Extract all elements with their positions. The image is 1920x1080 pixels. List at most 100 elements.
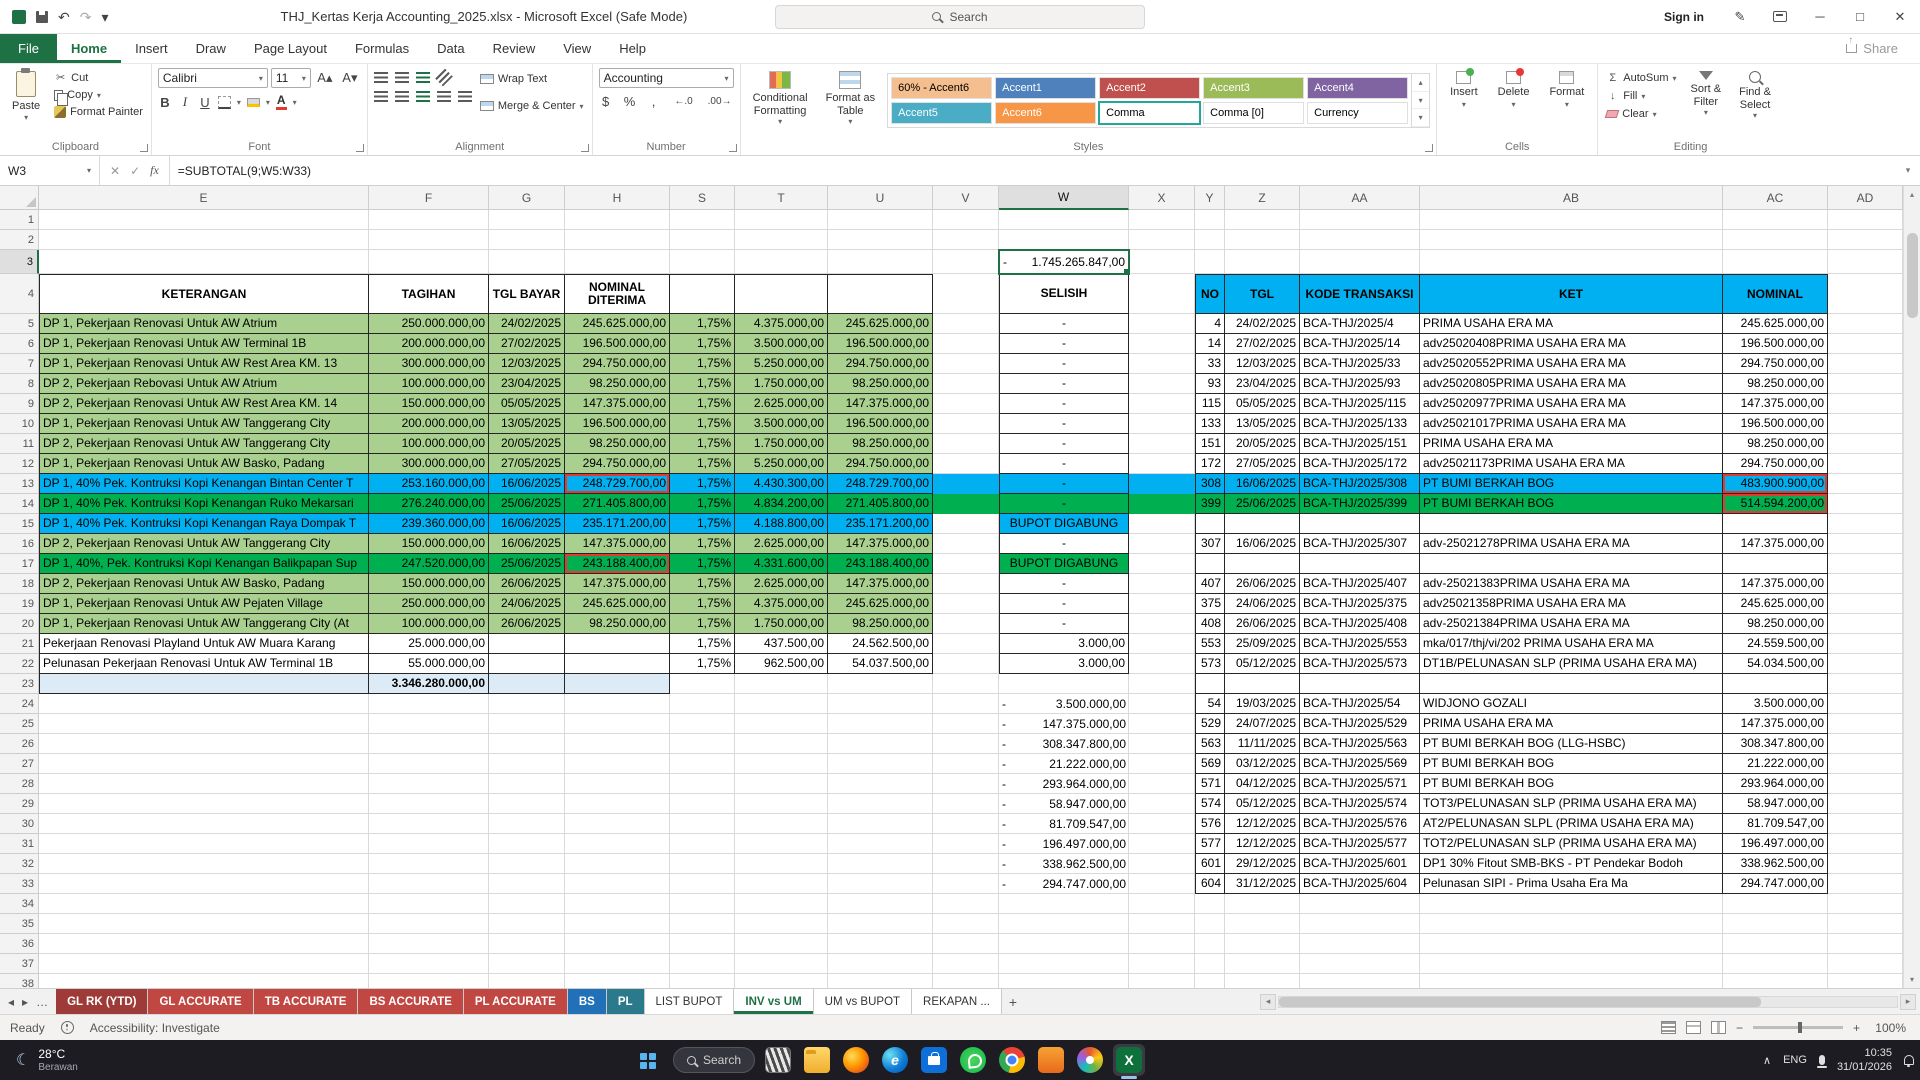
accessibility-status[interactable]: Accessibility: Investigate xyxy=(90,1021,220,1035)
cell-AA21[interactable]: BCA-THJ/2025/553 xyxy=(1300,634,1420,654)
sheet-tab-rekapan-[interactable]: REKAPAN ... xyxy=(912,989,1002,1014)
confirm-entry-icon[interactable]: ✓ xyxy=(130,164,140,178)
cell-Y17[interactable] xyxy=(1195,554,1225,574)
cell-AC11[interactable]: 98.250.000,00 xyxy=(1723,434,1828,454)
cell-F18[interactable]: 150.000.000,00 xyxy=(369,574,489,594)
cell-AC31[interactable]: 196.497.000,00 xyxy=(1723,834,1828,854)
cell-AB20[interactable]: adv-25021384PRIMA USAHA ERA MA xyxy=(1420,614,1723,634)
cell-Y30[interactable]: 576 xyxy=(1195,814,1225,834)
cell-AC15[interactable] xyxy=(1723,514,1828,534)
vertical-scrollbar[interactable]: ▴ ▾ xyxy=(1903,186,1920,988)
taskbar-search[interactable]: Search xyxy=(673,1047,755,1073)
col-header-H[interactable]: H xyxy=(565,186,670,210)
cell-Y14[interactable]: 399 xyxy=(1195,494,1225,514)
cell-AA22[interactable]: BCA-THJ/2025/573 xyxy=(1300,654,1420,674)
cell-AB9[interactable]: adv25020977PRIMA USAHA ERA MA xyxy=(1420,394,1723,414)
undo-button[interactable]: ↶ xyxy=(58,10,70,24)
cell-W19[interactable]: - xyxy=(999,594,1129,614)
cell-H11[interactable]: 98.250.000,00 xyxy=(565,434,670,454)
cell-T12[interactable]: 5.250.000,00 xyxy=(735,454,828,474)
align-left-icon[interactable] xyxy=(374,91,388,102)
cell-AB22[interactable]: DT1B/PELUNASAN SLP (PRIMA USAHA ERA MA) xyxy=(1420,654,1723,674)
cell-H21[interactable] xyxy=(565,634,670,654)
cell-AA4[interactable]: KODE TRANSAKSI xyxy=(1300,274,1420,314)
col-header-F[interactable]: F xyxy=(369,186,489,210)
row-header-7[interactable]: 7 xyxy=(0,354,39,374)
scroll-left-icon[interactable]: ◂ xyxy=(1260,994,1276,1010)
cell-AA5[interactable]: BCA-THJ/2025/4 xyxy=(1300,314,1420,334)
cell-F8[interactable]: 100.000.000,00 xyxy=(369,374,489,394)
cell-H20[interactable]: 98.250.000,00 xyxy=(565,614,670,634)
cell-Z19[interactable]: 24/06/2025 xyxy=(1225,594,1300,614)
cell-AA7[interactable]: BCA-THJ/2025/33 xyxy=(1300,354,1420,374)
row-header-16[interactable]: 16 xyxy=(0,534,39,554)
cell-X14[interactable] xyxy=(1129,494,1195,514)
cell-Y24[interactable]: 54 xyxy=(1195,694,1225,714)
cell-AB6[interactable]: adv25020408PRIMA USAHA ERA MA xyxy=(1420,334,1723,354)
ribbon-tab-review[interactable]: Review xyxy=(479,34,550,63)
col-header-S[interactable]: S xyxy=(670,186,735,210)
zoom-out-button[interactable]: − xyxy=(1736,1021,1743,1035)
cell-AB28[interactable]: PT BUMI BERKAH BOG xyxy=(1420,774,1723,794)
cell-AC28[interactable]: 293.964.000,00 xyxy=(1723,774,1828,794)
cell-AC23[interactable] xyxy=(1723,674,1828,694)
cell-U19[interactable]: 245.625.000,00 xyxy=(828,594,933,614)
cell-F7[interactable]: 300.000.000,00 xyxy=(369,354,489,374)
cell-style-comma-0-[interactable]: Comma [0] xyxy=(1203,102,1304,124)
cell-Y18[interactable]: 407 xyxy=(1195,574,1225,594)
cell-W27[interactable]: -21.222.000,00 xyxy=(999,754,1129,774)
cell-F21[interactable]: 25.000.000,00 xyxy=(369,634,489,654)
cell-W22[interactable]: 3.000,00 xyxy=(999,654,1129,674)
cell-style-accent4[interactable]: Accent4 xyxy=(1307,77,1408,99)
cell-H18[interactable]: 147.375.000,00 xyxy=(565,574,670,594)
cell-F22[interactable]: 55.000.000,00 xyxy=(369,654,489,674)
cell-Y25[interactable]: 529 xyxy=(1195,714,1225,734)
cell-W5[interactable]: - xyxy=(999,314,1129,334)
cell-Z16[interactable]: 16/06/2025 xyxy=(1225,534,1300,554)
cell-H22[interactable] xyxy=(565,654,670,674)
cell-AA10[interactable]: BCA-THJ/2025/133 xyxy=(1300,414,1420,434)
cell-AA19[interactable]: BCA-THJ/2025/375 xyxy=(1300,594,1420,614)
row-header-32[interactable]: 32 xyxy=(0,854,39,874)
cell-AC10[interactable]: 196.500.000,00 xyxy=(1723,414,1828,434)
insert-function-icon[interactable]: fx xyxy=(150,163,159,178)
next-sheet-icon[interactable]: ▸ xyxy=(22,995,28,1009)
cell-F13[interactable]: 253.160.000,00 xyxy=(369,474,489,494)
wrap-text-button[interactable]: Wrap Text xyxy=(478,72,586,86)
store-icon[interactable] xyxy=(918,1044,950,1076)
cell-E16[interactable]: DP 2, Pekerjaan Renovasi Untuk AW Tangge… xyxy=(39,534,369,554)
cell-AC33[interactable]: 294.747.000,00 xyxy=(1723,874,1828,894)
cell-Z23[interactable] xyxy=(1225,674,1300,694)
bold-button[interactable]: B xyxy=(158,95,172,110)
cell-E12[interactable]: DP 1, Pekerjaan Renovasi Untuk AW Basko,… xyxy=(39,454,369,474)
cell-AC8[interactable]: 98.250.000,00 xyxy=(1723,374,1828,394)
sheet-tab-bs[interactable]: BS xyxy=(568,989,607,1014)
cell-style-60-accent6[interactable]: 60% - Accent6 xyxy=(891,77,992,99)
cell-AA17[interactable] xyxy=(1300,554,1420,574)
font-family-select[interactable]: Calibri▾ xyxy=(158,68,268,88)
cell-W26[interactable]: -308.347.800,00 xyxy=(999,734,1129,754)
name-box[interactable]: W3 ▾ xyxy=(0,156,100,185)
weather-widget[interactable]: ☾ 28°CBerawan xyxy=(8,1040,86,1080)
cell-E17[interactable]: DP 1, 40%, Pek. Kontruksi Kopi Kenangan … xyxy=(39,554,369,574)
cell-AC12[interactable]: 294.750.000,00 xyxy=(1723,454,1828,474)
cell-S9[interactable]: 1,75% xyxy=(670,394,735,414)
row-header-24[interactable]: 24 xyxy=(0,694,39,714)
zoom-slider-thumb[interactable] xyxy=(1798,1022,1802,1033)
cell-V14[interactable] xyxy=(933,494,999,514)
zoom-level[interactable]: 100% xyxy=(1870,1021,1906,1035)
cell-AA25[interactable]: BCA-THJ/2025/529 xyxy=(1300,714,1420,734)
cell-AB30[interactable]: AT2/PELUNASAN SLPL (PRIMA USAHA ERA MA) xyxy=(1420,814,1723,834)
cell-E22[interactable]: Pelunasan Pekerjaan Renovasi Untuk AW Te… xyxy=(39,654,369,674)
cell-W32[interactable]: -338.962.500,00 xyxy=(999,854,1129,874)
col-header-AC[interactable]: AC xyxy=(1723,186,1828,210)
row-header-9[interactable]: 9 xyxy=(0,394,39,414)
format-painter-button[interactable]: Format Painter xyxy=(52,105,145,119)
cell-F23[interactable]: 3.346.280.000,00 xyxy=(369,674,489,694)
cell-W17[interactable]: BUPOT DIGABUNG xyxy=(999,554,1129,574)
cell-V13[interactable] xyxy=(933,474,999,494)
row-header-38[interactable]: 38 xyxy=(0,974,39,988)
gallery-up-button[interactable]: ▴ xyxy=(1412,74,1429,92)
cell-T21[interactable]: 437.500,00 xyxy=(735,634,828,654)
cell-AA28[interactable]: BCA-THJ/2025/571 xyxy=(1300,774,1420,794)
